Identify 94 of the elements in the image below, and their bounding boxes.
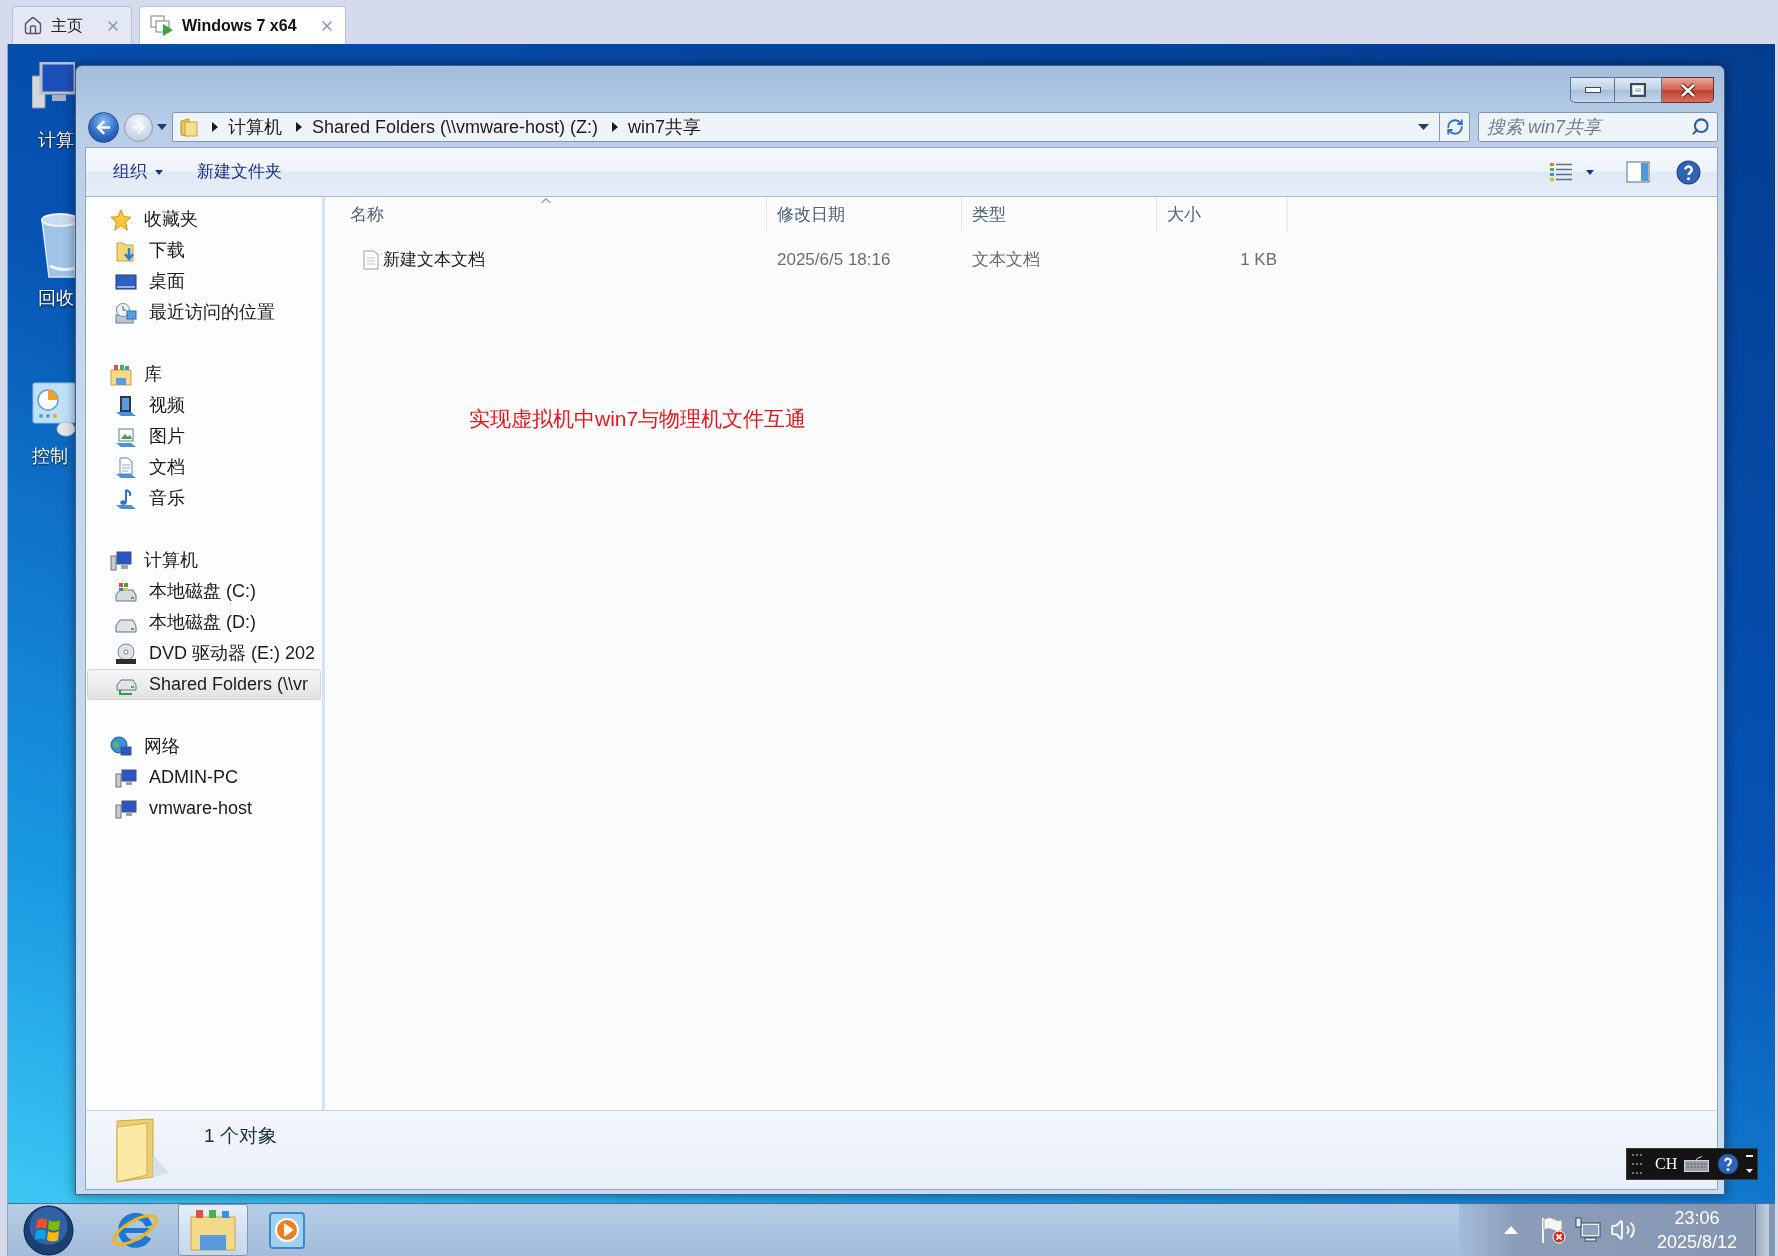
keyboard-icon[interactable] bbox=[1684, 1156, 1710, 1172]
download-folder-icon bbox=[115, 239, 137, 262]
toolbar-button[interactable]: 新建文件夹 bbox=[187, 156, 292, 188]
maximize-button[interactable] bbox=[1615, 77, 1662, 103]
file-name[interactable]: 新建文本文档 bbox=[383, 247, 485, 273]
toolbar-button[interactable]: 组织 bbox=[103, 156, 173, 188]
film-strip-icon bbox=[115, 394, 137, 417]
caret-icon bbox=[155, 169, 163, 175]
nav-item[interactable]: 音乐 bbox=[87, 483, 321, 514]
computer-icon bbox=[115, 766, 137, 789]
desktop-shortcut-label[interactable]: 计算 bbox=[38, 127, 74, 154]
nav-item[interactable]: 视频 bbox=[87, 390, 321, 421]
network-globe-icon bbox=[110, 735, 132, 758]
system-drive-icon bbox=[115, 580, 137, 603]
caret-up-icon[interactable] bbox=[1504, 1226, 1518, 1234]
caret-icon[interactable] bbox=[157, 124, 167, 130]
folder-icon bbox=[190, 1209, 236, 1251]
recent-places-icon bbox=[115, 301, 137, 324]
start-orb-icon[interactable] bbox=[23, 1205, 74, 1256]
nav-item[interactable]: 文档 bbox=[87, 452, 321, 483]
grip-icon[interactable] bbox=[1632, 1153, 1642, 1175]
nav-item[interactable]: vmware-host bbox=[87, 793, 321, 824]
breadcrumb-item[interactable]: 计算机 bbox=[228, 113, 282, 141]
nav-item[interactable]: DVD 驱动器 (E:) 202 bbox=[87, 638, 321, 669]
sort-caret-icon bbox=[540, 198, 551, 203]
nav-item[interactable]: 本地磁盘 (D:) bbox=[87, 607, 321, 638]
input-language[interactable]: CH bbox=[1655, 1152, 1678, 1176]
file-size: 1 KB bbox=[1240, 250, 1277, 270]
nav-item[interactable]: ADMIN-PC bbox=[87, 762, 321, 793]
minimize-button[interactable] bbox=[1570, 77, 1615, 103]
media-player-icon bbox=[267, 1210, 307, 1250]
home-icon bbox=[23, 15, 43, 36]
column-header[interactable]: 类型 bbox=[962, 197, 1157, 233]
annotation-text: 实现虚拟机中win7与物理机文件互通 bbox=[469, 407, 807, 430]
picture-icon bbox=[115, 425, 137, 448]
back-button[interactable] bbox=[88, 111, 119, 143]
folder-icon bbox=[180, 117, 198, 137]
minimize-options-icon[interactable] bbox=[1746, 1153, 1753, 1175]
nav-item[interactable]: 图片 bbox=[87, 421, 321, 452]
chevron-right-icon[interactable] bbox=[296, 122, 302, 132]
flag-icon[interactable] bbox=[1540, 1216, 1566, 1244]
refresh-icon bbox=[1445, 118, 1464, 136]
taskbar-button[interactable] bbox=[178, 1204, 248, 1256]
desktop-shortcut-label[interactable]: 回收 bbox=[38, 285, 74, 312]
caret-icon[interactable] bbox=[1418, 124, 1429, 130]
column-header[interactable]: 名称 bbox=[325, 197, 767, 233]
music-note-icon bbox=[115, 487, 137, 510]
close-icon bbox=[1679, 82, 1696, 98]
speaker-icon[interactable] bbox=[1610, 1217, 1636, 1243]
minimize-icon bbox=[1584, 87, 1601, 93]
item-count: 1 个对象 bbox=[204, 1124, 277, 1148]
chevron-right-icon[interactable] bbox=[212, 122, 218, 132]
disc-drive-icon bbox=[115, 642, 137, 665]
tab[interactable]: 主页 bbox=[12, 6, 132, 44]
nav-item[interactable]: 计算机 bbox=[87, 545, 321, 576]
tab[interactable]: Windows 7 x64 bbox=[139, 6, 346, 44]
column-header[interactable]: 大小 bbox=[1157, 197, 1288, 233]
help-icon[interactable] bbox=[1717, 1153, 1740, 1175]
details-view-icon bbox=[1550, 162, 1572, 182]
library-folder-icon bbox=[110, 363, 132, 386]
nav-item[interactable]: Shared Folders (\\vr bbox=[87, 669, 321, 700]
virtual-machine-icon bbox=[150, 14, 174, 37]
computer-icon bbox=[32, 62, 75, 110]
breadcrumb-item[interactable]: win7共享 bbox=[628, 113, 702, 141]
modified-date: 2025/6/5 18:16 bbox=[777, 250, 891, 270]
nav-item[interactable]: 库 bbox=[87, 359, 321, 390]
help-icon[interactable] bbox=[1676, 159, 1701, 185]
nav-item[interactable]: 收藏夹 bbox=[87, 204, 321, 235]
star-icon bbox=[110, 208, 132, 231]
control-panel-icon bbox=[32, 382, 75, 437]
address-bar[interactable]: 计算机 Shared Folders (\\vmware-host) (Z:) win7共享 bbox=[172, 112, 1470, 142]
document-icon bbox=[115, 456, 137, 479]
breadcrumb-item[interactable]: Shared Folders (\\vmware-host) (Z:) bbox=[312, 113, 599, 141]
chevron-right-icon[interactable] bbox=[612, 122, 619, 132]
recycle-bin-icon bbox=[40, 210, 75, 278]
preview-pane-icon[interactable] bbox=[1626, 161, 1650, 183]
caret-icon bbox=[1586, 169, 1594, 175]
nav-item[interactable]: 本地磁盘 (C:) bbox=[87, 576, 321, 607]
nav-item[interactable]: 桌面 bbox=[87, 266, 321, 297]
column-header[interactable]: 修改日期 bbox=[767, 197, 962, 233]
network-icon[interactable] bbox=[1575, 1217, 1601, 1243]
computer-icon bbox=[110, 549, 132, 572]
text-file-icon bbox=[363, 250, 379, 270]
desktop-shortcut-label[interactable]: 控制 bbox=[32, 443, 68, 470]
nav-item[interactable]: 最近访问的位置 bbox=[87, 297, 321, 328]
search-field[interactable]: 搜索 win7共享 bbox=[1478, 112, 1718, 142]
nav-item[interactable]: 网络 bbox=[87, 731, 321, 762]
search-icon bbox=[1691, 117, 1710, 136]
nav-item[interactable]: 下载 bbox=[87, 235, 321, 266]
close-button[interactable] bbox=[1662, 77, 1714, 103]
show-desktop-button[interactable] bbox=[1755, 1204, 1769, 1256]
maximize-icon bbox=[1630, 83, 1646, 97]
file-type: 文本文档 bbox=[972, 250, 1040, 270]
computer-icon bbox=[115, 797, 137, 820]
